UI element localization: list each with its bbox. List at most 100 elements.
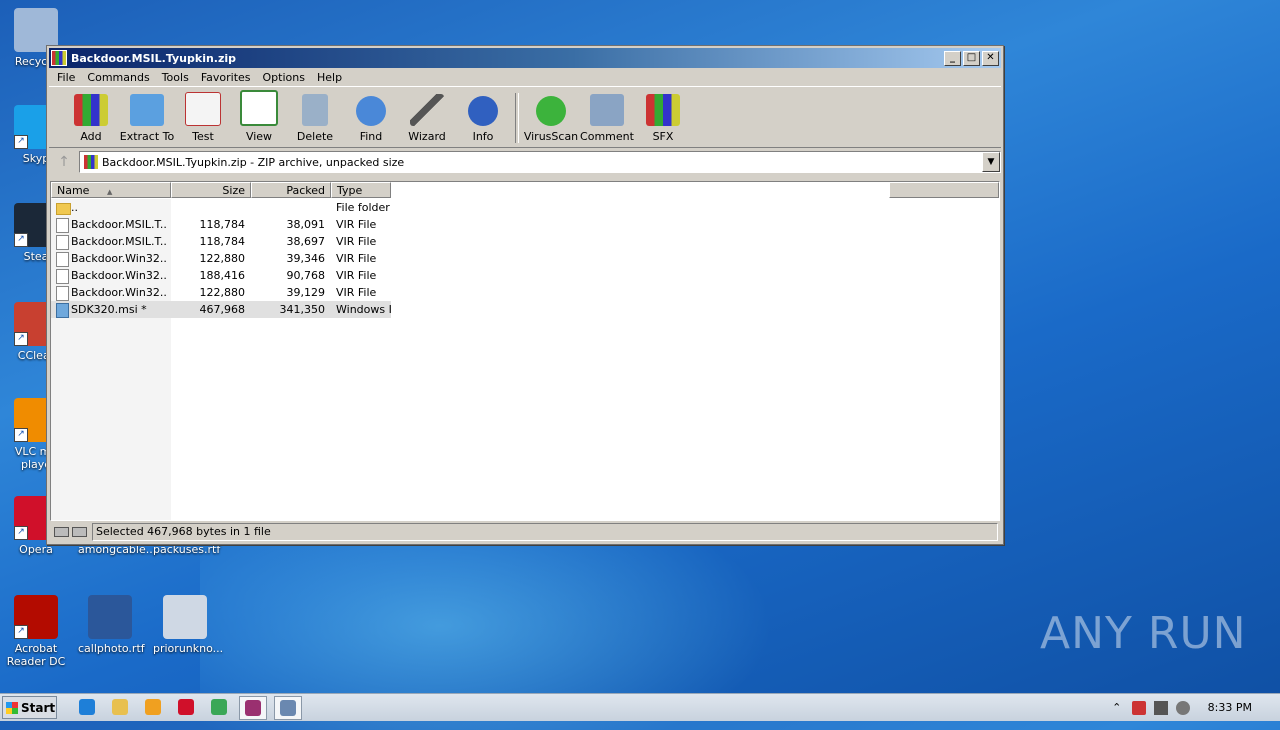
comment-label: Comment xyxy=(580,130,634,143)
file-icon xyxy=(56,218,69,233)
menu-options[interactable]: Options xyxy=(257,71,311,84)
up-folder-button[interactable]: ↑ xyxy=(49,151,79,173)
test-button[interactable]: Test xyxy=(175,87,231,147)
file-name: Backdoor.MSIL.T... xyxy=(71,218,167,231)
find-button[interactable]: Find xyxy=(343,87,399,147)
desktop-icon-callphoto-doc[interactable]: callphoto.rtf xyxy=(78,595,145,655)
info-button[interactable]: Info xyxy=(455,87,511,147)
menu-favorites[interactable]: Favorites xyxy=(195,71,257,84)
taskbar-installer-button[interactable] xyxy=(274,695,302,720)
window-title: Backdoor.MSIL.Tyupkin.zip xyxy=(71,51,237,65)
add-button[interactable]: Add xyxy=(63,87,119,147)
column-size[interactable]: Size xyxy=(171,182,251,198)
taskbar-explorer-button[interactable] xyxy=(107,696,133,718)
file-size: 122,880 xyxy=(199,286,246,299)
delete-button[interactable]: Delete xyxy=(287,87,343,147)
menu-help[interactable]: Help xyxy=(311,71,348,84)
taskbar: Start ⌃ 8:33 PM xyxy=(0,693,1280,721)
file-type: Windows Ir xyxy=(336,303,391,316)
file-row[interactable]: Backdoor.MSIL.T... 118,784 38,091 VIR Fi… xyxy=(51,216,391,233)
info-label: Info xyxy=(472,130,494,143)
winrar-app-icon xyxy=(51,50,67,66)
title-bar[interactable]: Backdoor.MSIL.Tyupkin.zip _ □ ✕ xyxy=(49,48,1001,68)
folder-icon xyxy=(56,203,71,215)
file-row[interactable]: Backdoor.Win32.... 188,416 90,768 VIR Fi… xyxy=(51,267,391,284)
file-icon xyxy=(56,235,69,250)
archive-icon xyxy=(84,155,98,169)
minimize-button[interactable]: _ xyxy=(944,50,961,66)
delete-label: Delete xyxy=(296,130,334,143)
winrar-window: Backdoor.MSIL.Tyupkin.zip _ □ ✕ File Com… xyxy=(46,45,1004,545)
tray-expand-icon[interactable]: ⌃ xyxy=(1110,701,1124,715)
taskbar-media-player-button[interactable] xyxy=(140,696,166,718)
opera-icon xyxy=(178,698,194,715)
desktop-icon-acrobat-reader[interactable]: ↗ Acrobat Reader DC xyxy=(4,595,68,668)
file-row-selected[interactable]: SDK320.msi * 467,968 341,350 Windows Ir xyxy=(51,301,391,318)
column-packed[interactable]: Packed xyxy=(251,182,331,198)
address-dropdown-button[interactable]: ▼ xyxy=(982,152,1000,172)
file-packed: 341,350 xyxy=(279,303,326,316)
start-label: Start xyxy=(21,700,56,715)
column-header-filler xyxy=(889,182,999,198)
file-row[interactable]: Backdoor.MSIL.T... 118,784 38,697 VIR Fi… xyxy=(51,233,391,250)
menu-file[interactable]: File xyxy=(51,71,81,84)
sort-arrow-icon: ▲ xyxy=(106,188,113,196)
volume-icon[interactable] xyxy=(1175,700,1190,715)
taskbar-opera-button[interactable] xyxy=(173,696,199,718)
view-icon xyxy=(240,90,278,126)
network-icon[interactable] xyxy=(1153,700,1168,715)
file-size: 118,784 xyxy=(199,235,246,248)
file-icon xyxy=(56,286,69,301)
file-row[interactable]: Backdoor.Win32.... 122,880 39,346 VIR Fi… xyxy=(51,250,391,267)
drive-icon[interactable] xyxy=(54,527,69,537)
desktop-icon-label: callphoto.rtf xyxy=(78,642,145,655)
extract-icon xyxy=(130,94,164,126)
start-button[interactable]: Start xyxy=(2,696,57,719)
toolbar-separator xyxy=(515,93,519,143)
menu-bar: File Commands Tools Favorites Options He… xyxy=(47,68,1003,86)
file-packed: 90,768 xyxy=(286,269,326,282)
file-name: SDK320.msi * xyxy=(71,303,147,316)
extract-to-label: Extract To xyxy=(119,130,175,143)
taskbar-chrome-button[interactable] xyxy=(206,696,232,718)
desktop-icon-priorunkno-file[interactable]: priorunkno... xyxy=(153,595,223,655)
virusscan-button[interactable]: VirusScan xyxy=(523,87,579,147)
maximize-button[interactable]: □ xyxy=(963,50,980,66)
file-list[interactable]: Name ▲ Size Packed Type .. File folder B… xyxy=(50,181,1000,521)
file-type: VIR File xyxy=(336,269,377,282)
shortcut-arrow-icon: ↗ xyxy=(14,233,28,247)
comment-button[interactable]: Comment xyxy=(579,87,635,147)
file-size: 122,880 xyxy=(199,252,246,265)
system-tray: ⌃ 8:33 PM xyxy=(1110,700,1280,715)
file-row[interactable]: Backdoor.Win32.... 122,880 39,129 VIR Fi… xyxy=(51,284,391,301)
address-text: Backdoor.MSIL.Tyupkin.zip - ZIP archive,… xyxy=(102,155,405,169)
shortcut-arrow-icon: ↗ xyxy=(14,332,28,346)
clock[interactable]: 8:33 PM xyxy=(1208,701,1252,714)
extract-to-button[interactable]: Extract To xyxy=(119,87,175,147)
wizard-button[interactable]: Wizard xyxy=(399,87,455,147)
test-label: Test xyxy=(192,130,214,143)
status-icons xyxy=(50,524,92,540)
file-row[interactable]: .. File folder xyxy=(51,199,391,216)
close-button[interactable]: ✕ xyxy=(982,50,999,66)
menu-tools[interactable]: Tools xyxy=(156,71,195,84)
taskbar-winrar-button[interactable] xyxy=(239,695,267,720)
file-icon xyxy=(56,252,69,267)
sfx-button[interactable]: SFX xyxy=(635,87,691,147)
find-icon xyxy=(356,96,386,126)
add-label: Add xyxy=(80,130,102,143)
address-field[interactable]: Backdoor.MSIL.Tyupkin.zip - ZIP archive,… xyxy=(79,151,1001,173)
taskbar-ie-button[interactable] xyxy=(74,696,100,718)
file-name: Backdoor.Win32.... xyxy=(71,286,167,299)
menu-commands[interactable]: Commands xyxy=(81,71,155,84)
key-icon[interactable] xyxy=(72,527,87,537)
windows-logo-icon xyxy=(6,701,18,714)
action-center-icon[interactable] xyxy=(1131,700,1146,715)
acrobat-reader-icon: ↗ xyxy=(14,595,58,639)
column-name[interactable]: Name ▲ xyxy=(51,182,171,198)
desktop-icon-label: Acrobat Reader DC xyxy=(6,642,66,668)
column-type[interactable]: Type xyxy=(331,182,391,198)
priorunkno-file-icon xyxy=(163,595,207,639)
view-button[interactable]: View xyxy=(231,87,287,147)
info-icon xyxy=(468,96,498,126)
